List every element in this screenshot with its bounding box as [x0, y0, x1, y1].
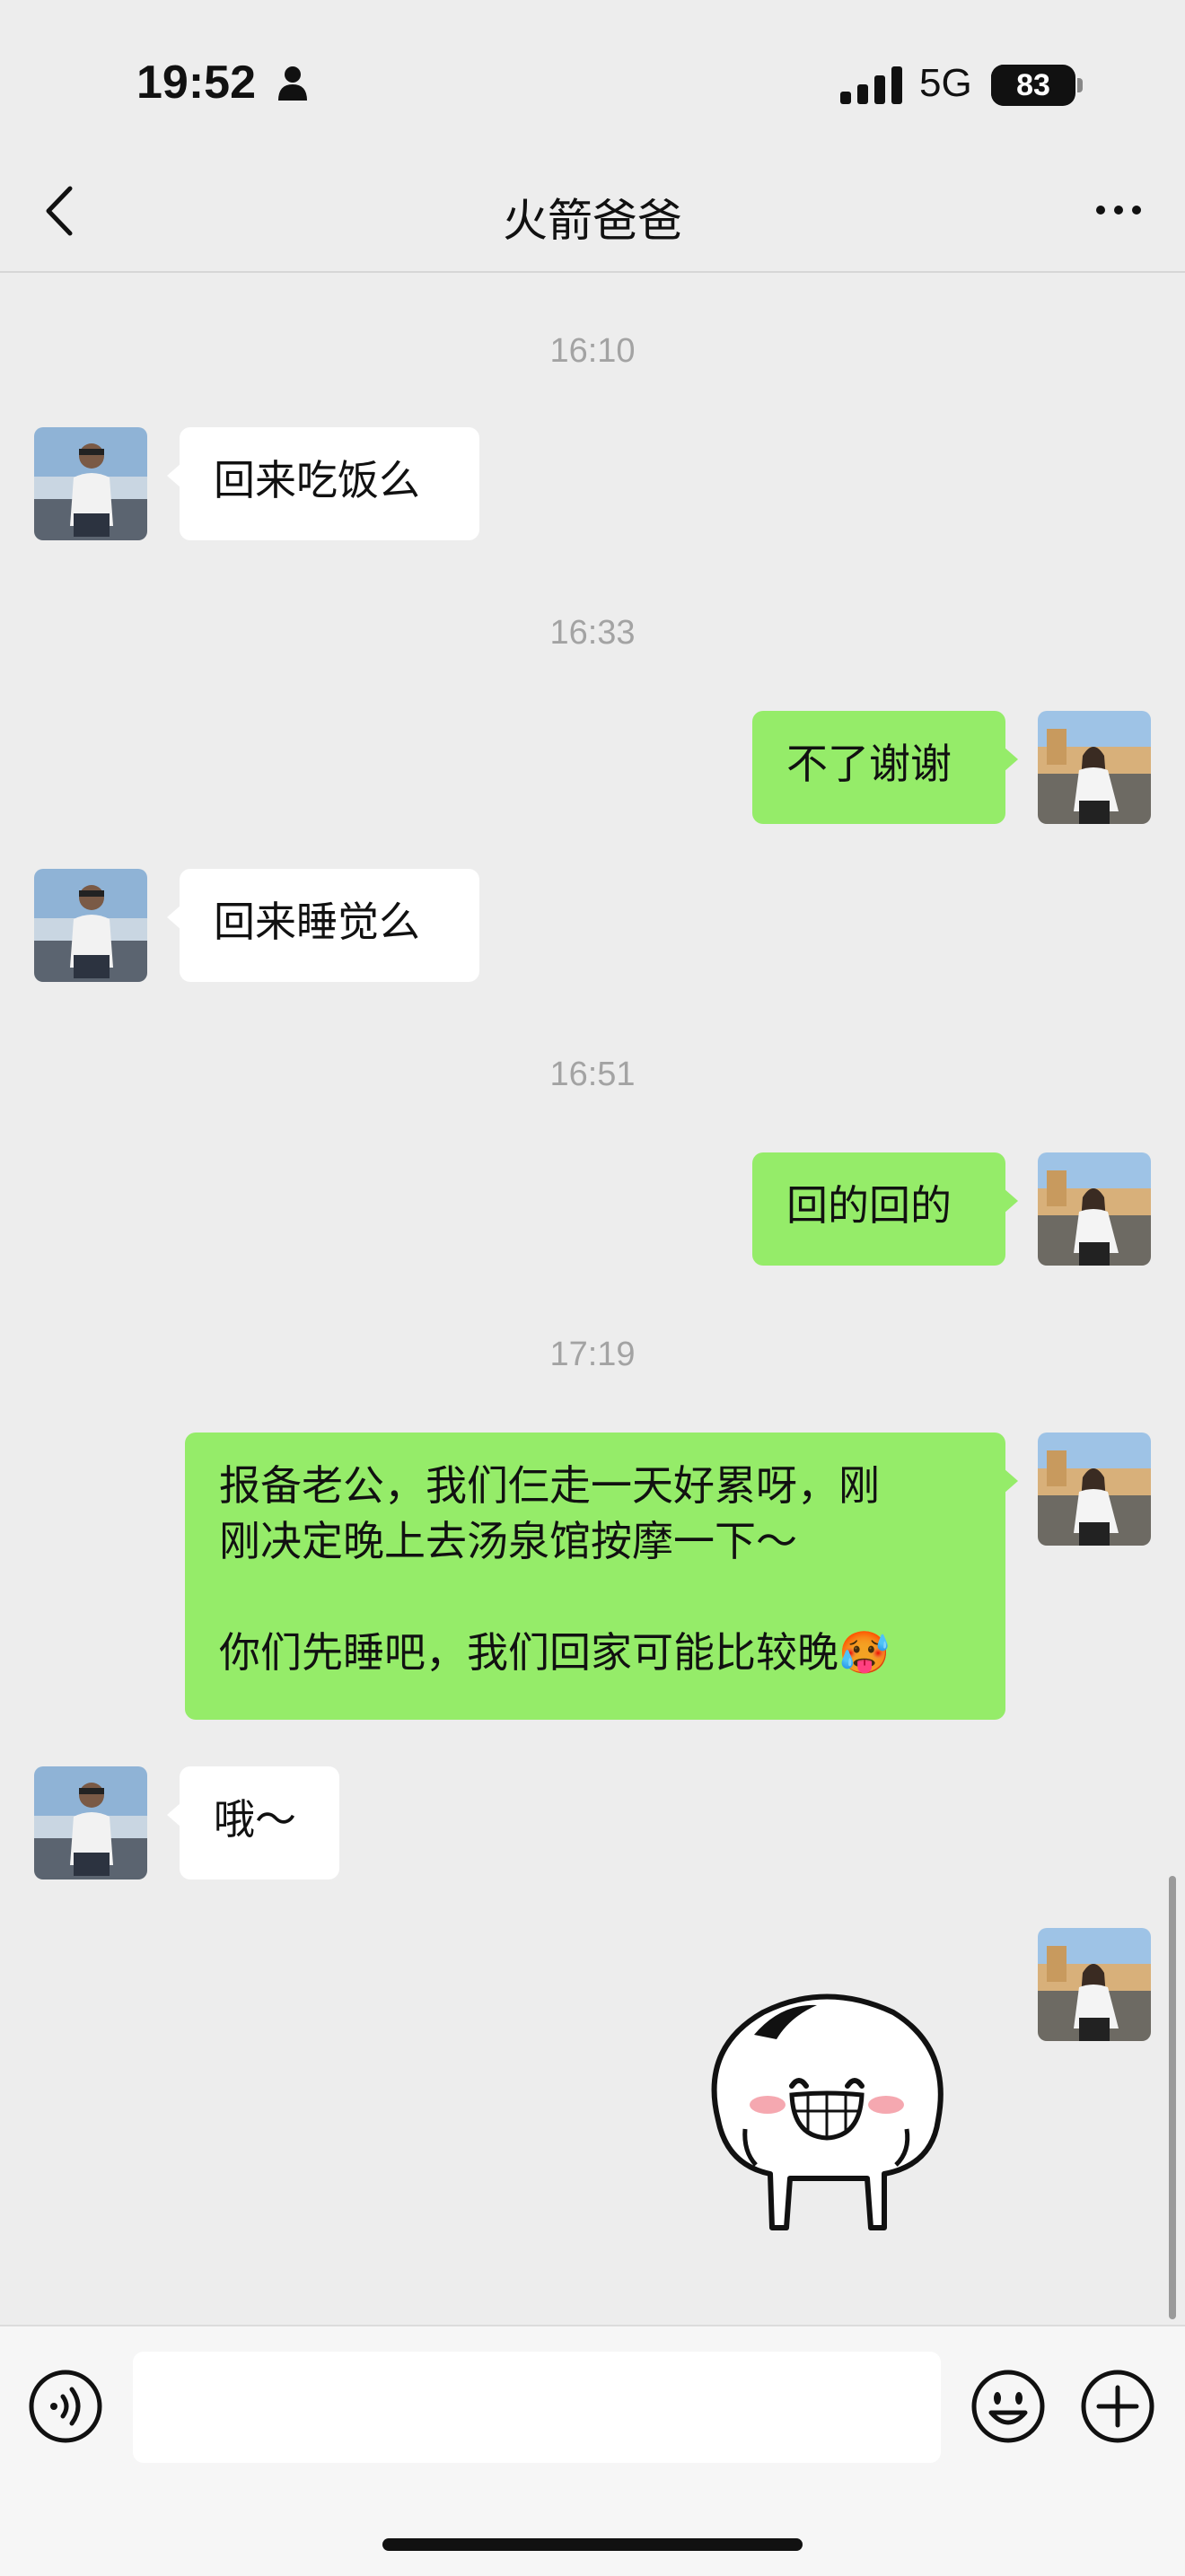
message-text: 哦～	[214, 1795, 296, 1844]
message-bubble-outgoing[interactable]: 回的回的	[752, 1152, 1018, 1266]
contact-avatar[interactable]	[34, 1766, 147, 1879]
timestamp: 17:19	[549, 1336, 636, 1373]
grinning-bun-sticker[interactable]	[691, 1985, 961, 2246]
status-time: 19:52	[136, 57, 256, 109]
contact-avatar[interactable]	[34, 427, 147, 540]
home-indicator[interactable]	[382, 2538, 803, 2551]
signal-icon	[840, 66, 902, 104]
emoji-icon[interactable]	[970, 2368, 1047, 2445]
message-bubble-incoming[interactable]: 哦～	[167, 1766, 339, 1879]
network-type: 5G	[919, 61, 972, 105]
timestamp: 16:33	[549, 614, 636, 652]
self-avatar[interactable]	[1038, 1152, 1151, 1266]
message-text: 不了谢谢	[786, 740, 952, 788]
more-dots-icon[interactable]	[1092, 192, 1146, 228]
message-bubble-outgoing[interactable]: 报备老公，我们仨走一天好累呀，刚 刚决定晚上去汤泉馆按摩一下～ 你们先睡吧，我们…	[185, 1433, 1018, 1720]
message-text: 回的回的	[786, 1181, 952, 1230]
contact-avatar[interactable]	[34, 869, 147, 982]
timestamp: 16:10	[549, 332, 636, 370]
scrollbar[interactable]	[1169, 1876, 1176, 2319]
timestamp: 16:51	[549, 1056, 636, 1093]
message-text-line: 你们先睡吧，我们回家可能比较晚🥵	[219, 1628, 891, 1677]
chat-header: 火箭爸爸	[0, 153, 1185, 273]
self-avatar[interactable]	[1038, 1433, 1151, 1546]
message-text: 回来吃饭么	[214, 456, 420, 504]
battery-icon: 83	[991, 65, 1083, 106]
message-list[interactable]: 16:10 回来吃饭么 16:33 不了谢谢 回来睡觉么 16:51 回的回的 …	[0, 271, 1185, 2325]
input-bar	[0, 2325, 1185, 2576]
self-avatar[interactable]	[1038, 1928, 1151, 2041]
battery-percent: 83	[1016, 68, 1050, 102]
status-bar: 19:52 5G 83	[0, 0, 1185, 153]
message-bubble-incoming[interactable]: 回来吃饭么	[167, 427, 479, 540]
self-avatar[interactable]	[1038, 711, 1151, 824]
message-bubble-outgoing[interactable]: 不了谢谢	[752, 711, 1018, 824]
message-input[interactable]	[133, 2352, 941, 2463]
voice-icon[interactable]	[27, 2368, 104, 2445]
chat-title: 火箭爸爸	[503, 195, 682, 247]
plus-icon[interactable]	[1079, 2368, 1156, 2445]
message-text: 回来睡觉么	[214, 898, 420, 946]
person-icon	[278, 66, 307, 101]
message-text-line: 刚决定晚上去汤泉馆按摩一下～	[219, 1517, 797, 1565]
message-bubble-incoming[interactable]: 回来睡觉么	[167, 869, 479, 982]
message-text-line: 报备老公，我们仨走一天好累呀，刚	[219, 1461, 880, 1510]
